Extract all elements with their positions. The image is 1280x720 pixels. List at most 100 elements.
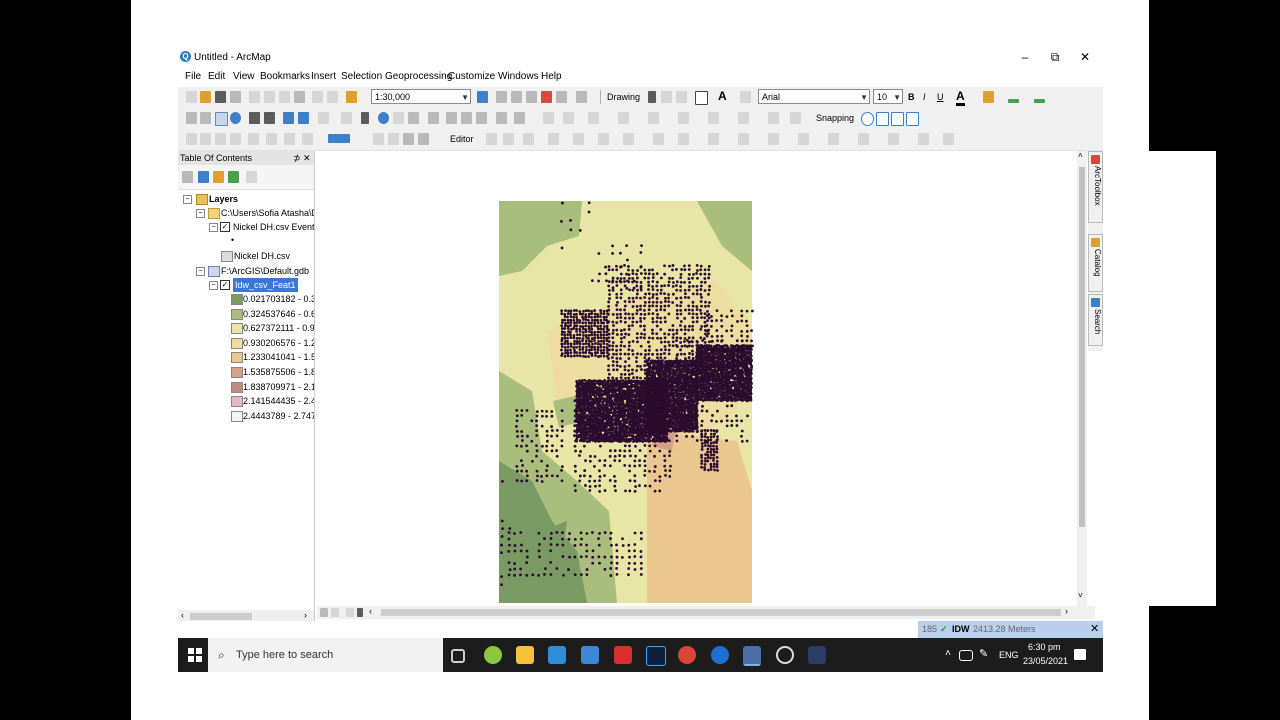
- create-viewer-icon[interactable]: [514, 112, 525, 124]
- list-by-visibility-icon[interactable]: [213, 171, 224, 183]
- html-popup-icon[interactable]: [408, 112, 419, 124]
- menu-view[interactable]: View: [233, 71, 255, 82]
- snap-tolerance-icon[interactable]: [828, 133, 839, 145]
- language-indicator[interactable]: ENG: [999, 650, 1019, 660]
- clock-time[interactable]: 6:30 pm: [1028, 642, 1061, 652]
- python-window-icon[interactable]: [556, 91, 567, 103]
- trace-segment-icon[interactable]: [573, 133, 584, 145]
- layer-visibility-checkbox[interactable]: ✓: [220, 222, 230, 232]
- windows-start-icon[interactable]: [188, 648, 202, 662]
- feature-template-icon[interactable]: [768, 133, 779, 145]
- zoom-out-icon[interactable]: [200, 112, 211, 124]
- idw-close-icon[interactable]: ✕: [1090, 621, 1099, 638]
- split-tool-icon[interactable]: [623, 133, 634, 145]
- data-view-icon[interactable]: [320, 608, 328, 617]
- point-snapping-icon[interactable]: [861, 112, 874, 126]
- hyperlink-icon[interactable]: [393, 112, 404, 124]
- scrollbar-thumb[interactable]: [1079, 167, 1085, 527]
- qgis-icon[interactable]: [484, 646, 502, 664]
- add-data-icon[interactable]: [346, 91, 357, 103]
- rectangle-icon[interactable]: [695, 91, 708, 105]
- davinci-icon[interactable]: [808, 646, 826, 664]
- list-by-selection-icon[interactable]: [228, 171, 239, 183]
- layout-view-icon[interactable]: [331, 608, 339, 617]
- obs-icon[interactable]: [776, 646, 794, 664]
- text-icon[interactable]: A: [718, 89, 727, 103]
- bold-button[interactable]: B: [908, 92, 915, 102]
- goto-xy-icon[interactable]: [476, 112, 487, 124]
- zoom-layout-icon[interactable]: [403, 133, 414, 145]
- trace-icon[interactable]: [543, 112, 554, 124]
- georef-table-icon[interactable]: [230, 133, 241, 145]
- photoshop-icon[interactable]: [646, 646, 666, 666]
- menu-customize[interactable]: Customize: [448, 71, 495, 82]
- app-icon[interactable]: [711, 646, 729, 664]
- map-vertical-scrollbar[interactable]: ˄ ˅: [1077, 151, 1087, 606]
- layer-visibility-checkbox[interactable]: ✓: [220, 280, 230, 290]
- pen-icon[interactable]: ✎: [979, 647, 988, 660]
- minimize-button[interactable]: –: [1012, 49, 1038, 65]
- model-builder-icon[interactable]: [576, 91, 587, 103]
- collapse-icon[interactable]: −: [183, 195, 192, 204]
- collapse-icon[interactable]: −: [209, 223, 218, 232]
- rotate-tool-icon[interactable]: [653, 133, 664, 145]
- mail-icon[interactable]: [581, 646, 599, 664]
- georef-links-icon[interactable]: [266, 133, 277, 145]
- list-by-source-icon[interactable]: [198, 171, 209, 183]
- network-icon[interactable]: [959, 650, 973, 661]
- scroll-right-icon[interactable]: ›: [304, 610, 307, 620]
- notification-icon[interactable]: [1074, 649, 1086, 660]
- refresh-icon[interactable]: [346, 608, 354, 617]
- arcmap-taskbar-icon[interactable]: [743, 646, 761, 666]
- create-features-icon[interactable]: [790, 112, 801, 124]
- topology-icon[interactable]: [678, 133, 689, 145]
- georef-delete-icon[interactable]: [284, 133, 295, 145]
- georef-transform-icon[interactable]: [302, 133, 313, 145]
- save-icon[interactable]: [215, 91, 226, 103]
- maximize-button[interactable]: ⧉: [1042, 49, 1068, 65]
- pan-layout-icon[interactable]: [418, 133, 429, 145]
- layout-icon[interactable]: [373, 133, 384, 145]
- delete-icon[interactable]: [294, 91, 305, 103]
- scroll-left-icon[interactable]: ‹: [369, 606, 372, 616]
- select-features-icon[interactable]: [318, 112, 329, 124]
- edit-tool-icon[interactable]: [486, 133, 497, 145]
- zoom-in-icon[interactable]: [186, 112, 197, 124]
- find-icon[interactable]: [446, 112, 457, 124]
- edit-annotation-icon[interactable]: [503, 133, 514, 145]
- menu-geoprocessing[interactable]: Geoprocessing: [385, 71, 452, 82]
- sketch-icon[interactable]: [563, 112, 574, 124]
- measure-icon[interactable]: [428, 112, 439, 124]
- font-color-button[interactable]: A: [956, 89, 965, 106]
- chrome-icon[interactable]: [678, 646, 696, 664]
- menu-windows[interactable]: Windows: [498, 71, 539, 82]
- callout-icon[interactable]: [740, 91, 751, 103]
- font-size-combo[interactable]: 10 ▼: [873, 89, 903, 104]
- menu-edit[interactable]: Edit: [208, 71, 225, 82]
- catalog-icon[interactable]: [511, 91, 522, 103]
- error-inspector-icon[interactable]: [888, 133, 899, 145]
- snapping-menu[interactable]: Snapping: [816, 113, 854, 123]
- edge-snapping-icon[interactable]: [906, 112, 919, 126]
- open-folder-icon[interactable]: [200, 91, 211, 103]
- cut-icon[interactable]: [249, 91, 260, 103]
- line-color-icon[interactable]: [1008, 99, 1019, 103]
- select-elements-icon[interactable]: [648, 91, 656, 103]
- menu-bookmarks[interactable]: Bookmarks: [260, 71, 310, 82]
- underline-button[interactable]: U: [937, 92, 944, 102]
- pan-hand-icon[interactable]: [215, 112, 228, 126]
- identify-icon[interactable]: [378, 112, 389, 124]
- editor-menu[interactable]: Editor: [450, 134, 474, 144]
- raster-layer-label[interactable]: Idw_csv_Feat1: [233, 278, 298, 292]
- list-by-drawing-order-icon[interactable]: [182, 171, 193, 183]
- taskbar-search-box[interactable]: ⌕ Type here to search: [208, 638, 443, 672]
- scroll-up-icon[interactable]: ˄: [1078, 151, 1083, 160]
- copy-icon[interactable]: [264, 91, 275, 103]
- options-icon[interactable]: [246, 171, 257, 183]
- time-slider-icon[interactable]: [496, 112, 507, 124]
- full-extent-icon[interactable]: [230, 112, 241, 124]
- reshape-icon[interactable]: [618, 112, 629, 124]
- menu-file[interactable]: File: [185, 71, 201, 82]
- sketch-table-icon[interactable]: [738, 133, 749, 145]
- georef-icon[interactable]: [186, 133, 197, 145]
